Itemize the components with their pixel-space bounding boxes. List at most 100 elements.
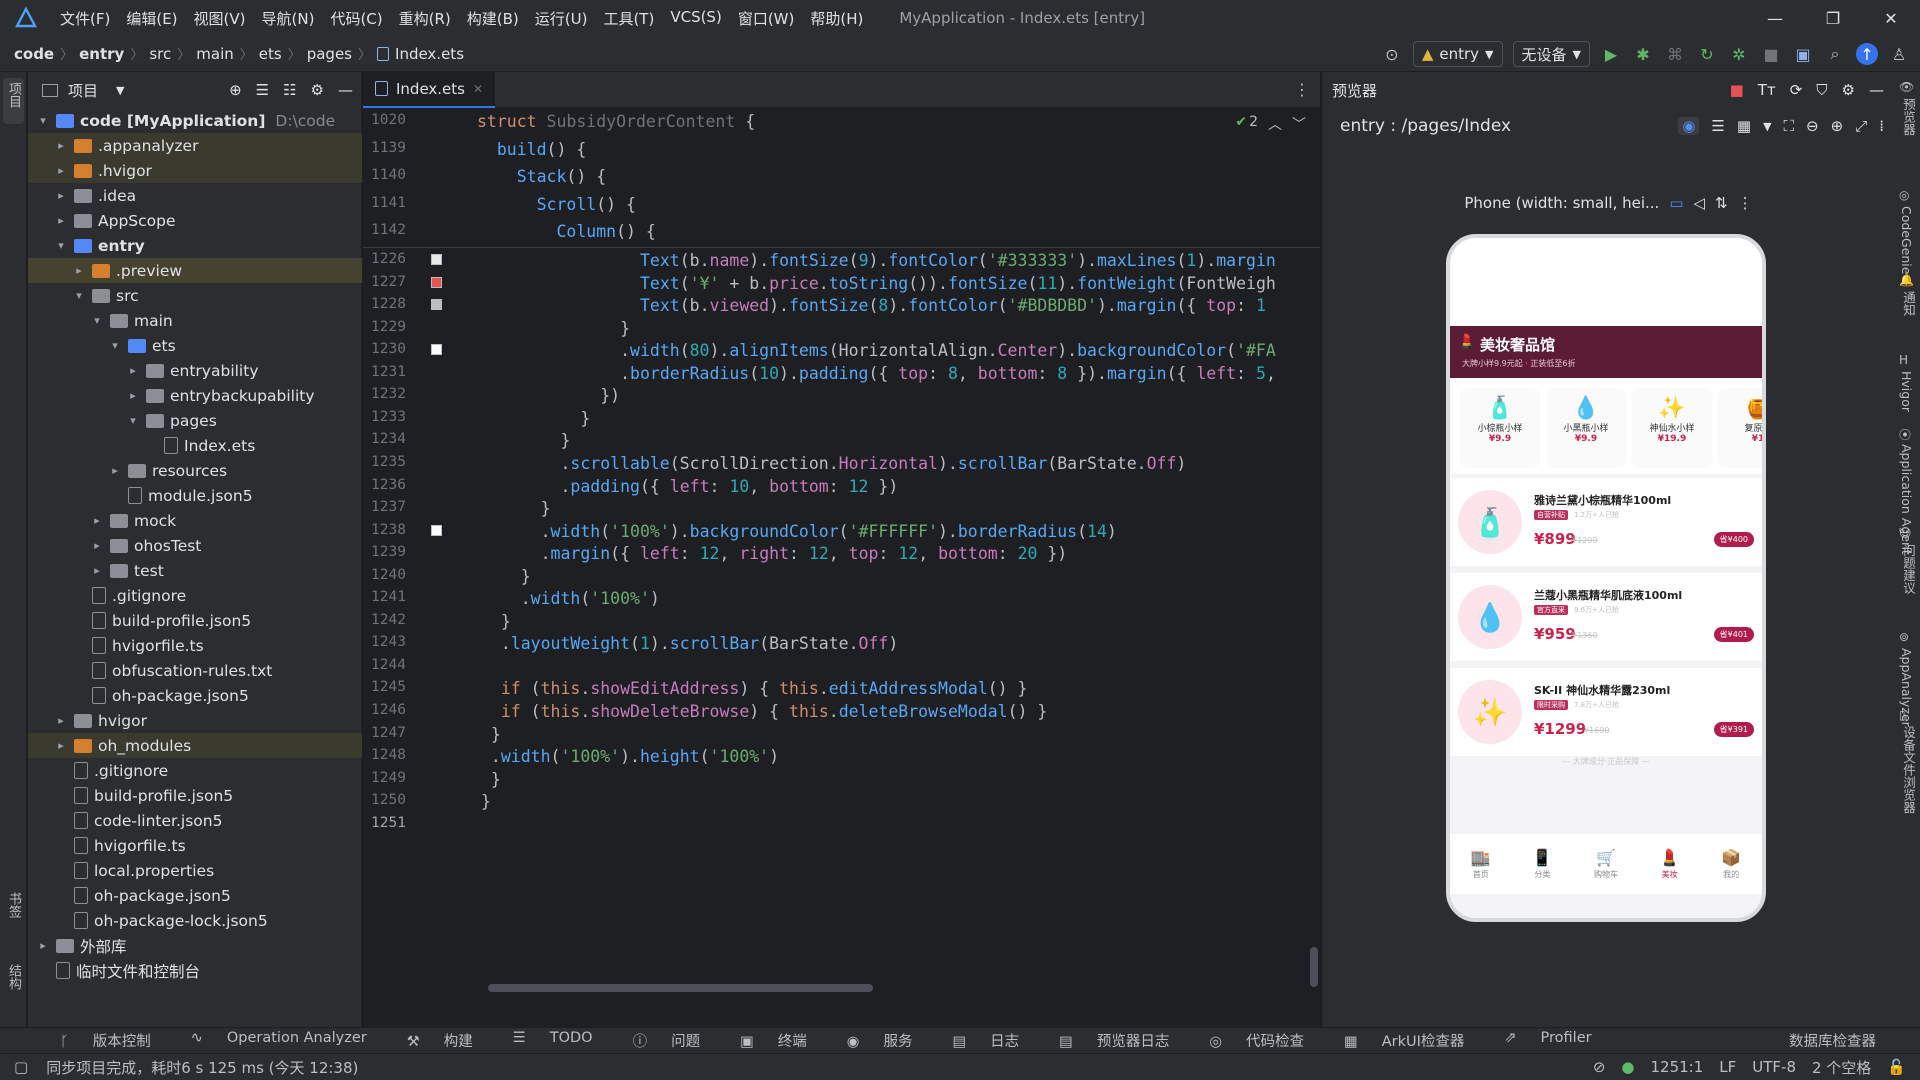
breadcrumb-item[interactable]: Index.ets: [395, 45, 464, 63]
inspector-icon[interactable]: ⛉: [1816, 81, 1827, 99]
rotate-icon[interactable]: ⇅: [1715, 194, 1728, 212]
tree-node[interactable]: ▸ AppScope: [28, 208, 362, 233]
chevron-right-icon[interactable]: ▸: [54, 739, 68, 752]
tool-window-button[interactable]: ⓘ 问题: [615, 1030, 701, 1051]
breadcrumb-item[interactable]: entry: [79, 45, 124, 63]
zoom-in-icon[interactable]: ⊕: [1831, 117, 1844, 135]
tree-node[interactable]: ▸ resources: [28, 458, 362, 483]
menu-item[interactable]: 代码(C): [322, 8, 390, 29]
tool-window-button[interactable]: ▤ 日志: [934, 1030, 1019, 1051]
refresh-icon[interactable]: ⟳: [1790, 81, 1803, 99]
inspection-widget[interactable]: ✔ 2 ︿ ﹀: [1235, 114, 1306, 134]
layers-icon[interactable]: ☰: [1711, 117, 1724, 135]
chevron-down-icon[interactable]: ▾: [90, 314, 104, 327]
grid-icon[interactable]: ▦: [1737, 117, 1751, 135]
tree-node[interactable]: ▾ ets: [28, 333, 362, 358]
menu-item[interactable]: 编辑(E): [118, 8, 185, 29]
horizontal-scrollbar[interactable]: [488, 984, 873, 992]
phone-nav-item[interactable]: 💄 美妆: [1660, 848, 1680, 880]
product-card[interactable]: 💧 兰蔻小黑瓶精华肌底液100ml 官方直采 9.6万+人已抢 ¥959 ¥1360 省¥4…: [1450, 573, 1762, 661]
caret-position[interactable]: 1251:1: [1650, 1058, 1703, 1076]
menu-item[interactable]: 构建(B): [459, 8, 527, 29]
tree-node[interactable]: ▸ .hvigor: [28, 158, 362, 183]
tree-node[interactable]: ▸ .preview: [28, 258, 362, 283]
chevron-up-icon[interactable]: ︿: [1268, 114, 1282, 134]
tree-node[interactable]: ▸ entryability: [28, 358, 362, 383]
tree-node[interactable]: 临时文件和控制台: [28, 958, 362, 983]
right-tool-label[interactable]: CodeGenie: [1899, 206, 1914, 274]
chevron-right-icon[interactable]: ▸: [54, 164, 68, 177]
right-tool-label[interactable]: Hvigor: [1899, 371, 1914, 412]
phone-nav-item[interactable]: 🛒 购物车: [1594, 848, 1618, 880]
save-button[interactable]: 省¥400: [1713, 532, 1754, 547]
tree-node[interactable]: ▾ main: [28, 308, 362, 333]
more-icon[interactable]: ⋮: [1738, 194, 1753, 212]
tool-window-button[interactable]: ⚒ 构建: [389, 1030, 473, 1051]
tool-icon[interactable]: 👁: [1899, 80, 1914, 94]
color-swatch-icon[interactable]: [431, 276, 442, 288]
chevron-down-icon[interactable]: ▾: [36, 114, 50, 127]
tool-icon[interactable]: 🔔: [1899, 273, 1914, 287]
tool-window-button[interactable]: ◉ 服务: [829, 1030, 913, 1051]
no-device-icon[interactable]: ⊘: [1593, 1058, 1606, 1076]
chevron-right-icon[interactable]: ▸: [126, 364, 140, 377]
hide-icon[interactable]: —: [1869, 81, 1884, 99]
font-size-icon[interactable]: Tт: [1758, 81, 1776, 99]
tool-window-button[interactable]: ⇗ Profiler: [1486, 1030, 1591, 1051]
menu-item[interactable]: 工具(T): [595, 8, 662, 29]
chevron-down-icon[interactable]: ▼: [116, 84, 124, 97]
tree-node[interactable]: ▸ test: [28, 558, 362, 583]
chevron-right-icon[interactable]: ▸: [54, 189, 68, 202]
menu-item[interactable]: VCS(S): [662, 8, 729, 29]
chevron-right-icon[interactable]: ▸: [36, 939, 50, 952]
chevron-right-icon[interactable]: ▸: [108, 464, 122, 477]
right-tool-label[interactable]: 通知: [1899, 291, 1918, 316]
menu-item[interactable]: 帮助(H): [802, 8, 871, 29]
chevron-down-icon[interactable]: ﹀: [1292, 114, 1306, 134]
tool-icon[interactable]: ▯: [1899, 708, 1906, 722]
tree-node[interactable]: oh-package-lock.json5: [28, 908, 362, 933]
breadcrumb-item[interactable]: code: [14, 45, 54, 63]
tree-node[interactable]: ▸ oh_modules: [28, 733, 362, 758]
tool-icon[interactable]: ⦿: [1899, 426, 1911, 443]
close-tab-icon[interactable]: ✕: [473, 82, 483, 96]
update-icon[interactable]: ↑: [1856, 43, 1878, 65]
database-inspector-button[interactable]: 数据库检查器: [1789, 1030, 1876, 1051]
right-tool-label[interactable]: 问题建议: [1899, 544, 1918, 594]
project-structure-icon[interactable]: ▣: [1792, 43, 1814, 65]
tool-window-button[interactable]: ∿ Operation Analyzer: [173, 1030, 367, 1051]
save-button[interactable]: 省¥391: [1713, 722, 1754, 737]
chevron-right-icon[interactable]: ▸: [90, 514, 104, 527]
right-tool-label[interactable]: 设备文件浏览器: [1899, 726, 1918, 814]
breadcrumb-item[interactable]: pages: [307, 45, 352, 63]
chevron-down-icon[interactable]: ▾: [54, 239, 68, 252]
debug-icon[interactable]: ✱: [1632, 43, 1654, 65]
category-card[interactable]: 🧴 小棕瓶小样 ¥9.9: [1460, 388, 1540, 468]
tool-window-button[interactable]: ▦ ArkUI检查器: [1326, 1030, 1464, 1051]
chevron-down-icon[interactable]: ▾: [108, 339, 122, 352]
tab-index-ets[interactable]: Index.ets ✕: [363, 71, 496, 108]
tree-node[interactable]: oh-package.json5: [28, 683, 362, 708]
stop-icon[interactable]: ■: [1760, 43, 1782, 65]
tree-node[interactable]: ▸ ohosTest: [28, 533, 362, 558]
device-selector[interactable]: 无设备 ▼: [1512, 41, 1590, 67]
file-encoding[interactable]: UTF-8: [1752, 1058, 1796, 1076]
tool-window-button[interactable]: ☰ TODO: [495, 1030, 593, 1051]
chevron-right-icon[interactable]: ▸: [54, 714, 68, 727]
tool-window-button[interactable]: ᚴ 版本控制: [42, 1030, 151, 1051]
back-icon[interactable]: ◁: [1694, 194, 1706, 212]
vertical-scrollbar[interactable]: [1310, 947, 1318, 987]
phone-nav-item[interactable]: 🏬 首页: [1471, 848, 1491, 880]
project-panel-title[interactable]: 项目: [68, 80, 98, 101]
category-card[interactable]: 🍯 复原蜜¥1: [1718, 388, 1762, 468]
tree-node[interactable]: Index.ets: [28, 433, 362, 458]
line-separator[interactable]: LF: [1719, 1058, 1736, 1076]
tree-node[interactable]: ▸ entrybackupability: [28, 383, 362, 408]
module-selector[interactable]: ▲ entry ▼: [1412, 41, 1503, 67]
tree-node[interactable]: .gitignore: [28, 583, 362, 608]
tool-icon[interactable]: H: [1899, 353, 1908, 367]
phone-nav-item[interactable]: 📱 分类: [1532, 848, 1552, 880]
collapse-all-icon[interactable]: ☷: [283, 81, 296, 99]
run-icon[interactable]: ▶: [1600, 43, 1622, 65]
tree-node[interactable]: ▸ .appanalyzer: [28, 133, 362, 158]
